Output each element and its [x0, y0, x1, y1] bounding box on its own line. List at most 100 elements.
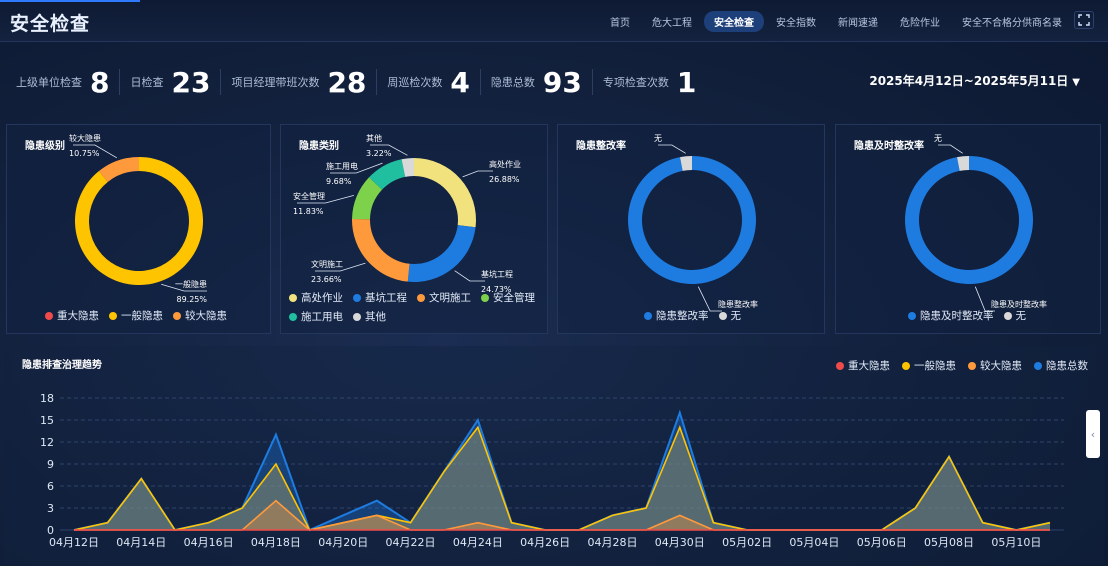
legend-item[interactable]: 安全管理 [481, 290, 535, 305]
x-tick-label: 05月02日 [722, 536, 772, 549]
series-line[interactable] [73, 409, 1051, 532]
nav-item-safety-index[interactable]: 安全指数 [766, 11, 826, 32]
timely-rectification-donut: 无隐患及时整改率 [905, 134, 1047, 312]
legend-item[interactable]: 隐患及时整改率 [908, 308, 994, 323]
callout-value: 23.66% [311, 275, 342, 284]
nav-item-safety-inspection[interactable]: 安全检查 [704, 11, 764, 32]
legend-label: 隐患整改率 [656, 310, 709, 322]
stat-daily-inspection: 日检查 23 [130, 66, 222, 99]
date-range-selector[interactable]: 2025年4月12日~2025年5月11日 ▼ [869, 72, 1080, 89]
x-tick-label: 04月24日 [453, 536, 503, 549]
fullscreen-icon [1078, 14, 1090, 26]
pie-slice[interactable] [628, 156, 756, 284]
legend-label: 重大隐患 [848, 360, 890, 372]
page-title: 安全检查 [10, 13, 91, 35]
hazard-level-panel: 隐患级别 较大隐患 10.75% 一般隐患 89.25% 重大隐患 一般隐患 较大隐患 [6, 124, 271, 334]
pie-slice[interactable] [407, 225, 476, 282]
legend-label: 一般隐患 [914, 360, 956, 372]
y-tick-label: 15 [40, 414, 54, 427]
pie-slice[interactable] [75, 157, 204, 285]
legend-dot [173, 311, 181, 320]
legend-item[interactable]: 隐患总数 [1034, 358, 1088, 373]
pie-slice[interactable] [352, 218, 410, 282]
pie-slice[interactable] [98, 157, 139, 182]
x-tick-label: 04月18日 [251, 536, 301, 549]
legend-item[interactable]: 无 [718, 308, 742, 323]
legend-label: 较大隐患 [980, 360, 1022, 372]
callout-label: 基坑工程 [481, 269, 513, 279]
legend-item[interactable]: 无 [1003, 308, 1026, 323]
stat-label: 上级单位检查 [16, 76, 82, 89]
trend-area-chart: 036912151804月12日 04月14日 04月16日 04月18日 04月20日… [40, 392, 1064, 549]
legend-item[interactable]: 重大隐患 [836, 358, 890, 373]
legend-label: 重大隐患 [57, 310, 99, 322]
stat-total-hazards: 隐患总数 93 [491, 66, 593, 99]
legend-label: 无 [730, 310, 742, 322]
pie-slice[interactable] [414, 158, 476, 228]
stat-manager-shifts: 项目经理带班次数 28 [231, 66, 378, 99]
panel-title: 隐患排查治理趋势 [22, 360, 102, 371]
stat-value: 28 [327, 65, 367, 99]
x-tick-label: 04月26日 [520, 536, 570, 549]
legend-label: 文明施工 [429, 292, 471, 304]
caret-down-icon: ▼ [1072, 77, 1080, 88]
legend-dot [353, 312, 361, 321]
callout-label: 较大隐患 [69, 133, 101, 143]
timely-rectification-panel: 隐患及时整改率 无隐患及时整改率 隐患及时整改率 无 [835, 124, 1101, 334]
x-tick-label: 04月20日 [318, 536, 368, 549]
legend-item[interactable]: 基坑工程 [353, 290, 407, 305]
y-tick-label: 6 [47, 480, 54, 493]
legend-dot [908, 311, 916, 320]
legend-item[interactable]: 高处作业 [289, 290, 343, 305]
stat-value: 93 [542, 65, 582, 99]
nav-item-home[interactable]: 首页 [600, 11, 640, 32]
callout-line [938, 144, 963, 154]
legend-item[interactable]: 文明施工 [417, 290, 471, 305]
callout-value: 9.68% [326, 177, 352, 186]
trend-panel: 隐患排查治理趋势 重大隐患 一般隐患 较大隐患 隐患总数 0 3 6 9 12 15 18 0… [4, 346, 1104, 564]
legend-item[interactable]: 隐患整改率 [644, 308, 709, 323]
x-tick-label: 04月16日 [184, 536, 234, 549]
legend-item[interactable]: 重大隐患 [45, 308, 99, 323]
side-panel-toggle[interactable]: ‹ [1086, 410, 1100, 458]
series-area [74, 412, 1050, 530]
legend-label: 较大隐患 [185, 310, 227, 322]
callout-label: 安全管理 [293, 191, 325, 201]
legend-item[interactable]: 施工用电 [289, 309, 343, 324]
stat-value: 4 [450, 65, 470, 99]
legend-label: 施工用电 [301, 311, 343, 323]
x-tick-label: 05月04日 [789, 536, 839, 549]
y-tick-label: 18 [40, 392, 54, 405]
pie-slice[interactable] [905, 156, 1033, 284]
callout-value: 11.83% [293, 207, 324, 216]
callout-label: 其他 [366, 133, 382, 143]
stat-label: 项目经理带班次数 [231, 76, 320, 89]
callout-label: 无 [654, 134, 662, 143]
legend-label: 安全管理 [493, 292, 535, 304]
legend-item[interactable]: 其他 [353, 309, 386, 324]
nav-item-unqualified-suppliers[interactable]: 安全不合格分供商名录 [952, 11, 1072, 32]
stat-value: 8 [90, 65, 110, 99]
legend-item[interactable]: 一般隐患 [109, 308, 163, 323]
legend-item[interactable]: 一般隐患 [902, 358, 956, 373]
legend-dot [644, 311, 652, 320]
nav-item-news[interactable]: 新闻速递 [828, 11, 888, 32]
x-tick-label: 04月28日 [587, 536, 637, 549]
y-tick-label: 9 [47, 458, 54, 471]
callout-label: 文明施工 [311, 259, 343, 269]
legend-item[interactable]: 较大隐患 [173, 308, 227, 323]
x-tick-label: 04月14日 [116, 536, 166, 549]
nav-item-hazardous-work[interactable]: 危险作业 [890, 11, 950, 32]
legend-dot [968, 361, 976, 370]
hazard-category-legend: 高处作业 基坑工程 文明施工 安全管理 施工用电 其他 [289, 290, 547, 324]
legend-label: 隐患及时整改率 [920, 310, 994, 322]
legend-item[interactable]: 较大隐患 [968, 358, 1022, 373]
trend-legend: 重大隐患 一般隐患 较大隐患 隐患总数 [836, 358, 1088, 373]
legend-dot [353, 293, 361, 302]
legend-dot [902, 361, 910, 370]
top-nav: 首页 危大工程 安全检查 安全指数 新闻速递 危险作业 安全不合格分供商名录 [600, 11, 1072, 32]
stat-label: 周巡检次数 [387, 76, 443, 89]
callout-value: 3.22% [366, 149, 392, 158]
nav-item-major-hazard-projects[interactable]: 危大工程 [642, 11, 702, 32]
fullscreen-button[interactable] [1074, 11, 1094, 29]
